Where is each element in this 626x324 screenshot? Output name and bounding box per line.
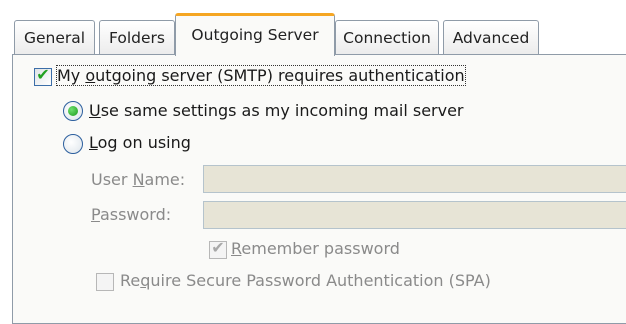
user-name-field[interactable]	[203, 165, 626, 193]
radio-selected-dot	[68, 106, 78, 116]
smtp-auth-label[interactable]: My outgoing server (SMTP) requires authe…	[56, 65, 466, 86]
checkmark-icon: ✔	[36, 65, 50, 84]
spa-label[interactable]: Require Secure Password Authentication (…	[120, 271, 491, 290]
remember-password-checkbox[interactable]: ✔	[209, 238, 227, 259]
email-settings-window: General Folders Outgoing Server Connecti…	[0, 0, 626, 324]
tab-outgoing-server[interactable]: Outgoing Server	[175, 13, 335, 56]
tab-general[interactable]: General	[14, 20, 95, 54]
use-same-settings-radio[interactable]	[63, 101, 83, 121]
log-on-using-radio[interactable]	[63, 134, 83, 154]
use-same-settings-label[interactable]: Use same settings as my incoming mail se…	[89, 101, 464, 120]
outgoing-server-panel: ✔ My outgoing server (SMTP) requires aut…	[12, 54, 626, 324]
tab-folders[interactable]: Folders	[99, 20, 175, 54]
password-label: Password:	[91, 205, 172, 224]
spa-checkbox[interactable]	[96, 273, 114, 291]
user-name-label: User Name:	[91, 170, 186, 189]
tab-advanced[interactable]: Advanced	[443, 20, 539, 54]
password-field[interactable]	[203, 201, 626, 229]
remember-password-label[interactable]: Remember password	[231, 239, 400, 258]
log-on-using-label[interactable]: Log on using	[89, 133, 191, 152]
smtp-auth-checkbox[interactable]: ✔	[34, 65, 52, 86]
checkmark-icon: ✔	[211, 238, 225, 257]
tab-connection[interactable]: Connection	[335, 20, 439, 54]
